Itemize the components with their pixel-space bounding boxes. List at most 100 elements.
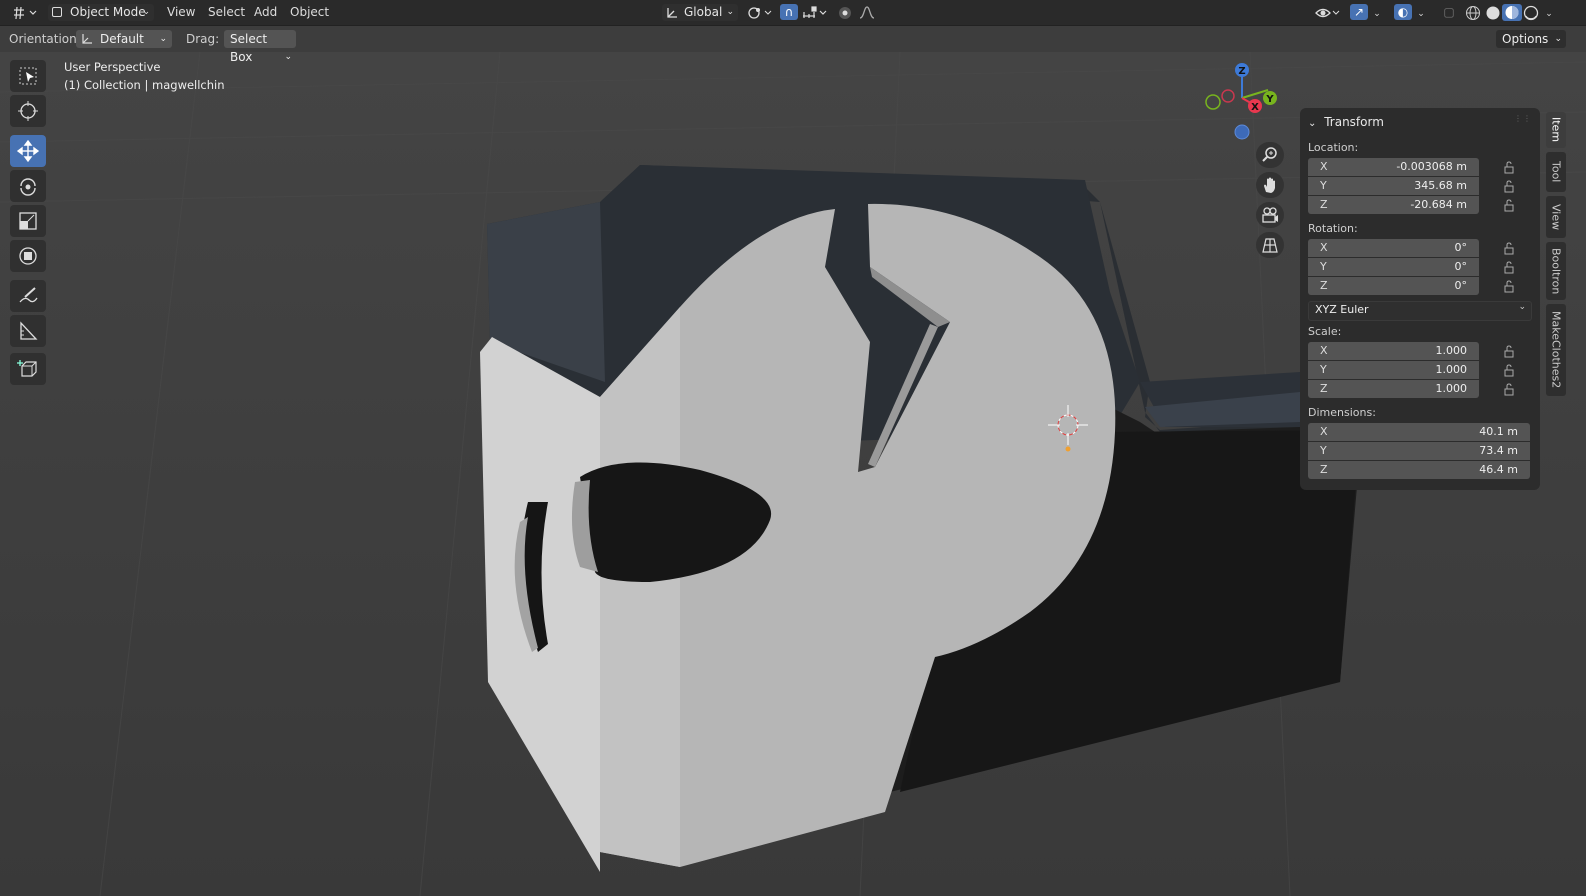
ortho-toggle-button[interactable] [1256, 232, 1284, 258]
tool-add-cube[interactable] [10, 353, 46, 385]
tool-move[interactable] [10, 135, 46, 167]
pan-button[interactable] [1256, 172, 1284, 198]
transform-panel-title: Transform [1324, 115, 1384, 129]
rotation-x-field[interactable]: X 0° [1308, 239, 1479, 257]
shading-solid-button[interactable] [1484, 4, 1502, 21]
dimensions-z-field[interactable]: Z 46.4 m [1308, 461, 1530, 479]
lock-icon[interactable] [1503, 260, 1517, 274]
add-cube-icon [17, 360, 37, 377]
menu-select[interactable]: Select [203, 4, 250, 21]
orientation-label: Global [684, 5, 723, 19]
menu-add[interactable]: Add [249, 4, 282, 21]
tool-transform[interactable] [10, 240, 46, 272]
location-z-field[interactable]: Z -20.684 m [1308, 196, 1479, 214]
overlays-dropdown[interactable]: ⌄ [1414, 4, 1428, 21]
options-dropdown[interactable]: Options ⌄ [1496, 30, 1566, 48]
navigation-gizmo[interactable]: Z Y X [1198, 60, 1284, 146]
location-y-field[interactable]: Y 345.68 m [1308, 177, 1479, 195]
lock-icon[interactable] [1503, 344, 1517, 358]
gizmo-dropdown[interactable]: ⌄ [1370, 4, 1384, 21]
transform-orientation-dropdown[interactable]: Global ⌄ [662, 4, 738, 21]
overlays-icon: ◐ [1394, 4, 1412, 20]
menu-object[interactable]: Object [285, 4, 334, 21]
3d-viewport[interactable]: User Perspective (1) Collection | magwel… [0, 52, 1586, 896]
scale-y-field[interactable]: Y 1.000 [1308, 361, 1479, 379]
proportional-edit-toggle[interactable] [836, 4, 854, 21]
field-value: 345.68 m [1414, 179, 1467, 192]
wireframe-sphere-icon [1466, 6, 1480, 20]
rotation-mode-dropdown[interactable]: XYZ Euler ⌄ [1308, 301, 1532, 321]
move-icon [17, 140, 39, 162]
axis-label: Y [1320, 179, 1327, 192]
lock-icon[interactable] [1503, 179, 1517, 193]
lock-icon[interactable] [1503, 279, 1517, 293]
cursor-icon [18, 101, 38, 121]
visibility-dropdown[interactable] [1314, 4, 1342, 21]
tool-annotate[interactable] [10, 280, 46, 312]
chevron-down-icon: ⌄ [1373, 9, 1381, 19]
tab-booltron[interactable]: Booltron [1546, 242, 1566, 300]
rotation-z-field[interactable]: Z 0° [1308, 277, 1479, 295]
orientation-label: Orientation: [9, 32, 81, 46]
drag-handle-icon[interactable]: ⋮⋮ [1514, 114, 1532, 123]
scale-label: Scale: [1308, 325, 1342, 338]
shading-material-button[interactable] [1502, 4, 1522, 21]
chevron-down-icon: ⌄ [1518, 302, 1526, 312]
scale-x-field[interactable]: X 1.000 [1308, 342, 1479, 360]
menu-view[interactable]: View [162, 4, 200, 21]
rotate-icon [20, 178, 36, 196]
tab-tool[interactable]: Tool [1546, 152, 1566, 192]
tab-makeclothes2[interactable]: MakeClothes2 [1546, 304, 1566, 396]
xray-toggle[interactable]: ▢ [1440, 4, 1458, 21]
lock-icon[interactable] [1503, 382, 1517, 396]
lock-icon[interactable] [1503, 160, 1517, 174]
select-box-icon [19, 67, 37, 85]
shading-wireframe-button[interactable] [1464, 4, 1482, 21]
overlays-toggle[interactable]: ◐ [1394, 4, 1412, 21]
drag-dropdown[interactable]: Select Box ⌄ [224, 30, 296, 64]
chevron-down-icon: ⌄ [142, 7, 150, 17]
editor-type-button[interactable] [10, 4, 38, 21]
axis-label: Y [1320, 363, 1327, 376]
tool-rotate[interactable] [10, 170, 46, 202]
lock-icon[interactable] [1503, 198, 1517, 212]
tool-cursor[interactable] [10, 95, 46, 127]
shading-dropdown[interactable]: ⌄ [1542, 4, 1556, 21]
chevron-down-icon: ⌄ [159, 34, 167, 44]
gizmo-toggle[interactable]: ↗ [1350, 4, 1368, 21]
dimensions-y-field[interactable]: Y 73.4 m [1308, 442, 1530, 460]
tool-scale[interactable] [10, 205, 46, 237]
sidebar-transform-panel: ⌄ Transform ⋮⋮ Location: X -0.003068 m Y 3… [1300, 108, 1540, 490]
ortho-grid-icon [1262, 238, 1278, 253]
proportional-falloff-dropdown[interactable] [858, 4, 884, 21]
axis-label: Z [1320, 279, 1328, 292]
axis-label: Y [1320, 444, 1327, 457]
mode-dropdown[interactable]: Object Mode ⌄ [48, 4, 154, 21]
zoom-icon [1262, 147, 1277, 162]
zoom-button[interactable] [1256, 142, 1284, 168]
material-sphere-icon [1505, 6, 1519, 19]
tool-measure[interactable] [10, 315, 46, 347]
transform-panel-header[interactable]: ⌄ Transform [1308, 112, 1384, 132]
field-value: 40.1 m [1479, 425, 1518, 438]
snap-target-dropdown[interactable] [800, 4, 830, 21]
lock-icon[interactable] [1503, 363, 1517, 377]
dimensions-label: Dimensions: [1308, 406, 1376, 419]
field-value: -20.684 m [1410, 198, 1467, 211]
tab-view[interactable]: View [1546, 196, 1566, 238]
location-x-field[interactable]: X -0.003068 m [1308, 158, 1479, 176]
lock-icon[interactable] [1503, 241, 1517, 255]
tab-item[interactable]: Item [1546, 112, 1566, 148]
camera-view-button[interactable] [1256, 202, 1284, 228]
rotation-y-field[interactable]: Y 0° [1308, 258, 1479, 276]
tool-select-box[interactable] [10, 60, 46, 92]
pivot-point-dropdown[interactable] [746, 4, 774, 21]
shading-rendered-button[interactable] [1522, 4, 1540, 21]
axis-label: X [1320, 344, 1328, 357]
rendered-sphere-icon [1523, 5, 1539, 21]
dimensions-x-field[interactable]: X 40.1 m [1308, 423, 1530, 441]
scale-z-field[interactable]: Z 1.000 [1308, 380, 1479, 398]
snap-toggle[interactable]: ∩ [780, 4, 798, 21]
orientation-value: Default [100, 32, 144, 46]
orientation-dropdown[interactable]: Default ⌄ [76, 30, 172, 48]
